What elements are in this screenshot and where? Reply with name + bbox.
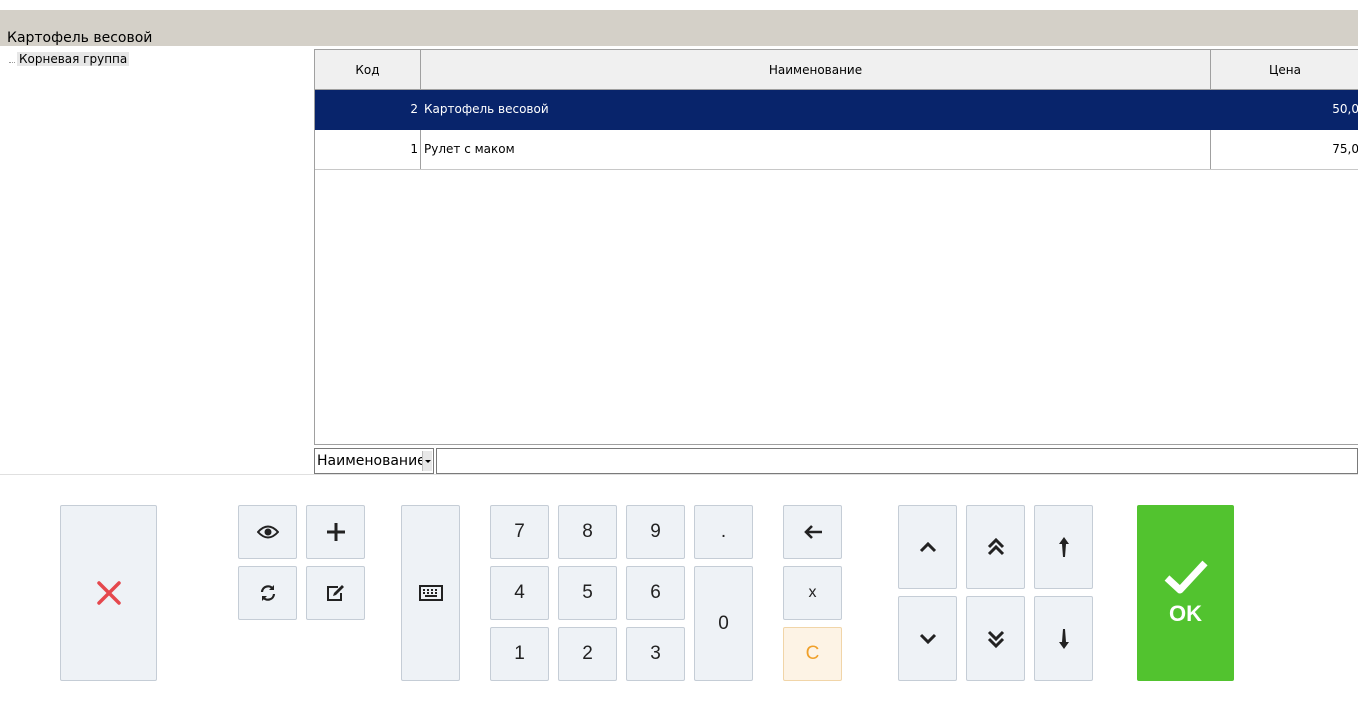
search-field-value: Наименование <box>317 453 426 469</box>
edit-icon <box>326 585 344 601</box>
chevron-up-icon <box>919 541 936 553</box>
cell-name: Рулет с маком <box>421 130 1211 169</box>
refresh-button[interactable] <box>238 566 297 620</box>
checkmark-icon <box>1164 560 1208 594</box>
refresh-icon <box>260 585 275 601</box>
keyboard-button[interactable] <box>401 505 460 681</box>
column-header-price[interactable]: Цена <box>1211 50 1358 89</box>
double-chevron-up-icon <box>987 537 1004 556</box>
down-button[interactable] <box>898 596 957 681</box>
chevron-down-icon[interactable] <box>422 451 432 471</box>
clear-button[interactable]: C <box>783 627 842 681</box>
window-title-bar: Картофель весовой <box>0 10 1358 46</box>
tree-connector <box>9 62 15 63</box>
column-header-name[interactable]: Наименование <box>421 50 1211 89</box>
view-button[interactable] <box>238 505 297 559</box>
plus-icon <box>326 523 345 541</box>
multiply-button[interactable]: x <box>783 566 842 620</box>
divider <box>0 474 1358 475</box>
arrow-left-icon <box>803 525 822 539</box>
page-down-button[interactable] <box>966 596 1025 681</box>
keyboard-icon <box>418 585 443 601</box>
ok-button-label: OK <box>1169 601 1202 626</box>
column-header-code[interactable]: Код <box>315 50 421 89</box>
chevron-down-icon <box>919 633 936 644</box>
ok-button[interactable]: OK <box>1137 505 1234 681</box>
edit-button[interactable] <box>306 566 365 620</box>
key-0-button[interactable]: 0 <box>694 566 753 681</box>
go-first-button[interactable] <box>1034 505 1093 589</box>
cell-price: 50,0 <box>1332 102 1358 116</box>
close-icon <box>96 581 121 605</box>
key-3-button[interactable]: 3 <box>626 627 685 681</box>
key-dot-button[interactable]: . <box>694 505 753 559</box>
cancel-button[interactable] <box>60 505 157 681</box>
table-header: Код Наименование Цена <box>315 50 1358 90</box>
cell-code: 2 <box>315 90 421 129</box>
key-2-button[interactable]: 2 <box>558 627 617 681</box>
arrow-down-icon <box>1058 628 1069 649</box>
up-button[interactable] <box>898 505 957 589</box>
key-9-button[interactable]: 9 <box>626 505 685 559</box>
search-field-select[interactable]: Наименование <box>314 448 434 474</box>
go-last-button[interactable] <box>1034 596 1093 681</box>
search-input[interactable] <box>436 448 1358 474</box>
cell-code: 1 <box>315 130 421 169</box>
add-button[interactable] <box>306 505 365 559</box>
cell-name: Картофель весовой <box>421 90 1211 129</box>
key-1-button[interactable]: 1 <box>490 627 549 681</box>
key-4-button[interactable]: 4 <box>490 566 549 620</box>
key-8-button[interactable]: 8 <box>558 505 617 559</box>
tree-node-root[interactable]: Корневая группа <box>17 52 130 66</box>
search-bar: Наименование <box>314 446 1358 474</box>
key-5-button[interactable]: 5 <box>558 566 617 620</box>
page-up-button[interactable] <box>966 505 1025 589</box>
group-tree[interactable]: Корневая группа <box>0 46 313 446</box>
eye-icon <box>256 525 279 539</box>
window-title: Картофель весовой <box>7 30 153 46</box>
products-table[interactable]: Код Наименование Цена 2 Картофель весово… <box>314 49 1358 445</box>
double-chevron-down-icon <box>987 630 1004 648</box>
backspace-button[interactable] <box>783 505 842 559</box>
key-6-button[interactable]: 6 <box>626 566 685 620</box>
cell-price: 75,0 <box>1332 142 1358 156</box>
arrow-up-icon <box>1058 537 1069 557</box>
table-row[interactable]: 2 Картофель весовой 50,0 <box>315 90 1358 130</box>
key-7-button[interactable]: 7 <box>490 505 549 559</box>
table-row[interactable]: 1 Рулет с маком 75,0 <box>315 130 1358 170</box>
